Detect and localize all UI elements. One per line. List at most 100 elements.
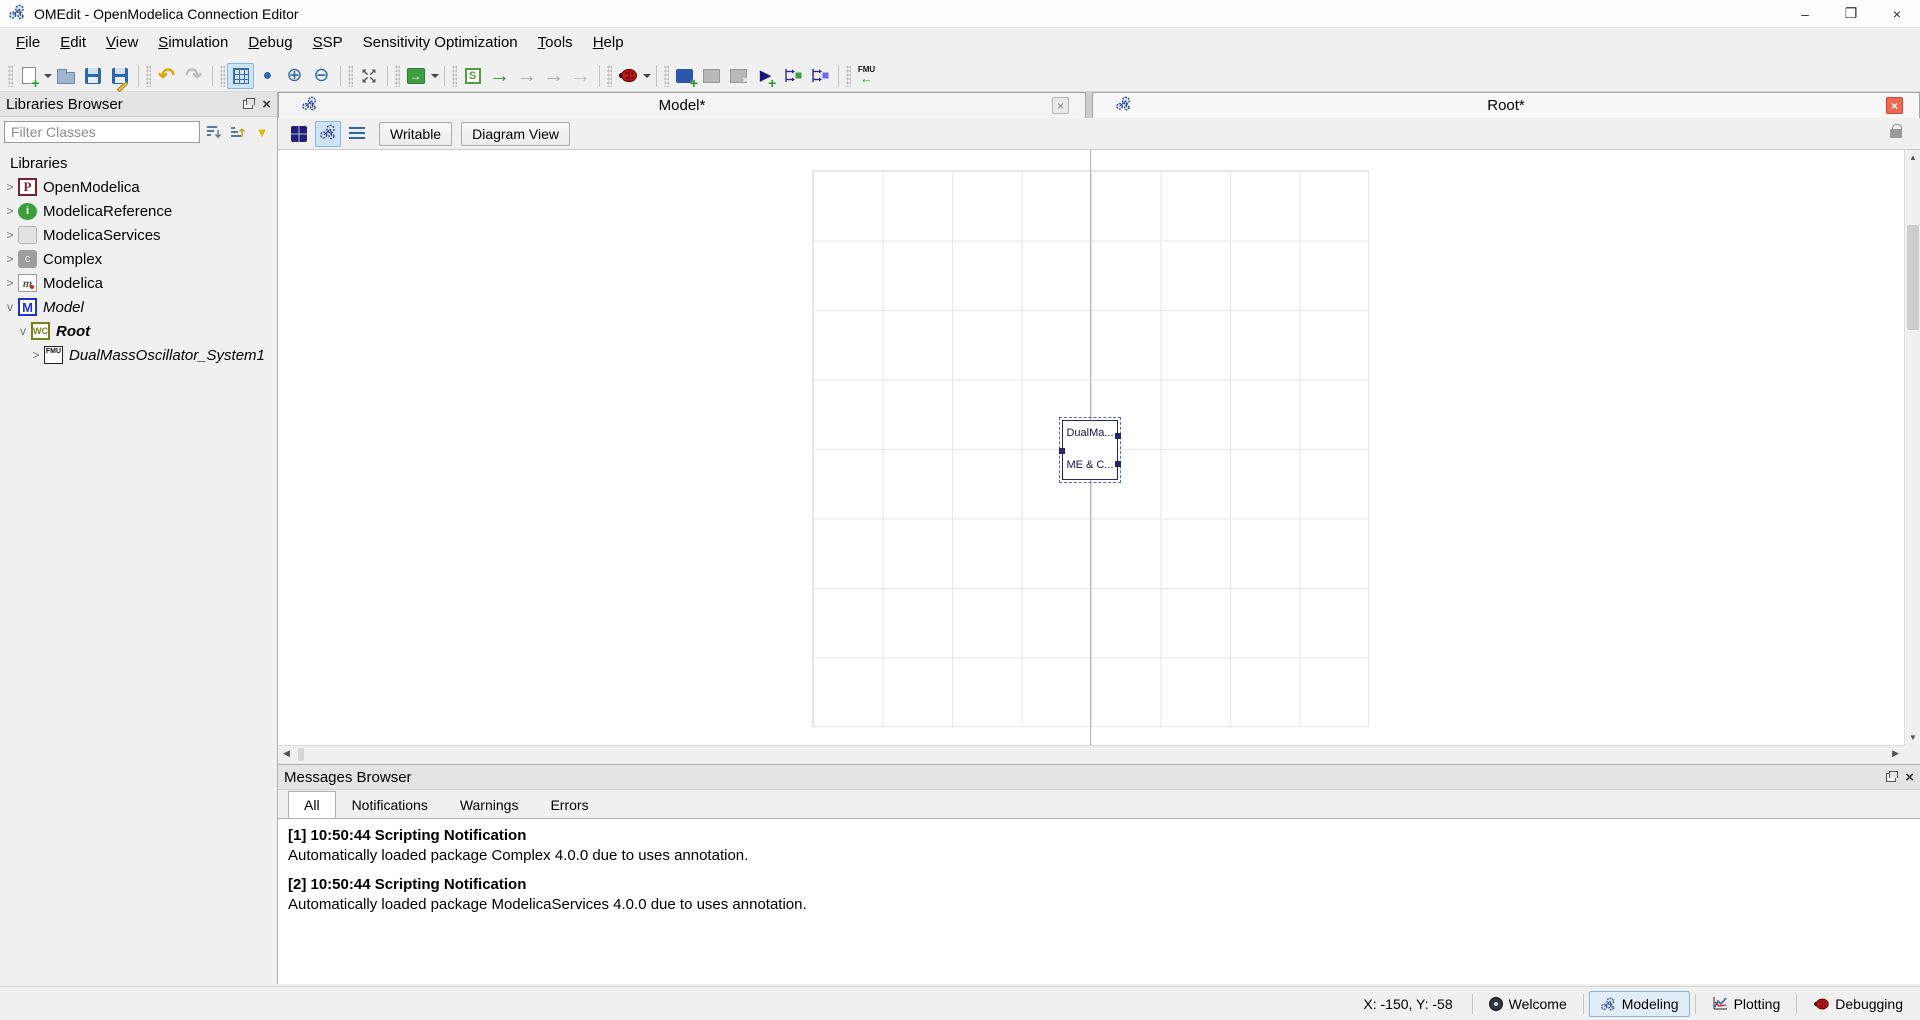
messages-tab-errors[interactable]: Errors: [534, 791, 604, 819]
tree-item-root[interactable]: vWCRoot: [0, 319, 277, 343]
close-messages-icon[interactable]: ×: [1905, 770, 1914, 785]
expanded-icon[interactable]: v: [17, 324, 29, 338]
undo-icon[interactable]: ↶: [153, 63, 180, 89]
writable-button[interactable]: Writable: [379, 122, 452, 146]
tab-close-icon[interactable]: ×: [1052, 97, 1069, 114]
filter-classes-input[interactable]: [4, 121, 200, 143]
info-library-icon: i: [18, 203, 37, 220]
scroll-up-icon[interactable]: ▲: [1909, 153, 1917, 162]
menu-edit[interactable]: Edit: [50, 28, 96, 60]
menu-view[interactable]: View: [96, 28, 148, 60]
plotting-perspective-button[interactable]: Plotting: [1701, 991, 1792, 1017]
new-ssp-model-icon[interactable]: +: [671, 63, 698, 89]
welcome-perspective-button[interactable]: Welcome: [1478, 991, 1578, 1017]
connector-handle-right-top[interactable]: [1115, 433, 1121, 439]
collapsed-icon[interactable]: >: [30, 348, 42, 362]
tree-root-label[interactable]: Libraries: [0, 151, 277, 175]
menu-help[interactable]: Help: [583, 28, 634, 60]
add-connector-icon[interactable]: ▶+: [752, 63, 779, 89]
zoom-in-icon[interactable]: ⊕: [281, 63, 308, 89]
switch-model-icon[interactable]: →: [402, 63, 429, 89]
tree-item-complex[interactable]: >cComplex: [0, 247, 277, 271]
redo-icon[interactable]: ↷: [180, 63, 207, 89]
vertical-scrollbar[interactable]: ▲ ▼: [1904, 150, 1920, 745]
float-messages-icon[interactable]: [1886, 773, 1896, 782]
scroll-right-icon[interactable]: ▶: [1892, 748, 1899, 759]
maximize-button[interactable]: ❐: [1828, 0, 1874, 27]
collapsed-icon[interactable]: >: [4, 276, 16, 290]
collapsed-icon[interactable]: >: [4, 180, 16, 194]
scroll-left-icon[interactable]: ◀: [283, 748, 290, 759]
modeling-perspective-button[interactable]: Modeling: [1589, 991, 1690, 1017]
tree-item-modelicaservices[interactable]: >ModelicaServices: [0, 223, 277, 247]
diagram-view-button[interactable]: [315, 121, 341, 147]
simulate-icon[interactable]: →: [486, 63, 513, 89]
messages-tab-notifications[interactable]: Notifications: [336, 791, 444, 819]
horizontal-scrollbar[interactable]: ◀ ▶: [278, 745, 1904, 762]
minimize-button[interactable]: –: [1782, 0, 1828, 27]
messages-tab-all[interactable]: All: [288, 791, 336, 819]
add-fmu-icon[interactable]: FMU←: [853, 63, 880, 89]
close-button[interactable]: ×: [1874, 0, 1920, 27]
zoom-normal-icon[interactable]: ●: [254, 63, 281, 89]
diagram-view-label-button[interactable]: Diagram View: [461, 122, 570, 146]
save-icon[interactable]: [79, 63, 106, 89]
simulate-debug-icon[interactable]: [614, 63, 641, 89]
close-panel-icon[interactable]: ×: [262, 97, 271, 112]
menu-ssp[interactable]: SSP: [303, 28, 353, 60]
scroll-down-icon[interactable]: ▼: [1909, 733, 1917, 742]
collapsed-icon[interactable]: >: [4, 252, 16, 266]
add-submodel-icon[interactable]: ×: [725, 63, 752, 89]
tab-model[interactable]: Model* ×: [278, 92, 1086, 118]
menu-file[interactable]: File: [6, 28, 50, 60]
connector-handle-right-bottom[interactable]: [1115, 461, 1121, 467]
tree-item-model[interactable]: vMModel: [0, 295, 277, 319]
switch-model-dropdown-icon[interactable]: [431, 74, 439, 78]
messages-tab-warnings[interactable]: Warnings: [444, 791, 535, 819]
simulate-debug-dropdown-icon[interactable]: [643, 74, 651, 78]
horizontal-scroll-handle[interactable]: [298, 748, 304, 761]
collapsed-icon[interactable]: >: [4, 204, 16, 218]
menu-tools[interactable]: Tools: [528, 28, 583, 60]
simulate-transformational-icon[interactable]: →: [513, 63, 540, 89]
simulate-algorithmic-icon[interactable]: →: [540, 63, 567, 89]
tree-item-openmodelica[interactable]: >POpenModelica: [0, 175, 277, 199]
save-as-icon[interactable]: [106, 63, 133, 89]
tab-root[interactable]: Root* ×: [1092, 92, 1920, 118]
show-grid-icon[interactable]: [227, 63, 254, 89]
debugging-perspective-button[interactable]: Debugging: [1802, 991, 1914, 1017]
float-panel-icon[interactable]: [243, 100, 253, 109]
simulate-animation-icon[interactable]: →: [567, 63, 594, 89]
add-system-icon[interactable]: [698, 63, 725, 89]
zoom-out-icon[interactable]: ⊖: [308, 63, 335, 89]
text-view-button[interactable]: [344, 121, 370, 147]
connector-handle-left[interactable]: [1059, 448, 1065, 454]
collapse-all-icon[interactable]: ▼: [252, 122, 272, 142]
menu-simulation[interactable]: Simulation: [148, 28, 238, 60]
message-item: [1] 10:50:44 Scripting NotificationAutom…: [288, 827, 1920, 864]
tree-item-dualmassoscillator_system1[interactable]: >FMUDualMassOscillator_System1: [0, 343, 277, 367]
sort-ascending-icon[interactable]: [228, 122, 248, 142]
open-model-icon[interactable]: [52, 63, 79, 89]
new-model-icon[interactable]: +: [15, 63, 42, 89]
tab-close-icon[interactable]: ×: [1886, 97, 1903, 114]
fit-to-diagram-icon[interactable]: [355, 63, 382, 89]
menu-sensitivity-optimization[interactable]: Sensitivity Optimization: [353, 28, 528, 60]
collapsed-icon[interactable]: >: [4, 228, 16, 242]
diagram-canvas[interactable]: DualMa... ME & C...: [278, 150, 1904, 745]
messages-browser-title: Messages Browser: [284, 769, 412, 786]
simulation-setup-icon[interactable]: S: [459, 63, 486, 89]
expanded-icon[interactable]: v: [4, 300, 16, 314]
menu-debug[interactable]: Debug: [238, 28, 302, 60]
dual-mass-oscillator-component[interactable]: DualMa... ME & C...: [1062, 420, 1118, 480]
add-tlm-bus-icon[interactable]: [806, 63, 833, 89]
add-bus-icon[interactable]: [779, 63, 806, 89]
icon-view-icon: [291, 126, 307, 142]
vertical-scroll-handle[interactable]: [1907, 225, 1919, 330]
tree-item-modelica[interactable]: >mModelica: [0, 271, 277, 295]
new-model-dropdown-icon[interactable]: [44, 74, 52, 78]
sort-descending-icon[interactable]: [204, 122, 224, 142]
tree-item-modelicareference[interactable]: >iModelicaReference: [0, 199, 277, 223]
libraries-browser-panel: Libraries Browser × ▼ Libraries >POpenMo…: [0, 92, 278, 984]
icon-view-button[interactable]: [286, 121, 312, 147]
